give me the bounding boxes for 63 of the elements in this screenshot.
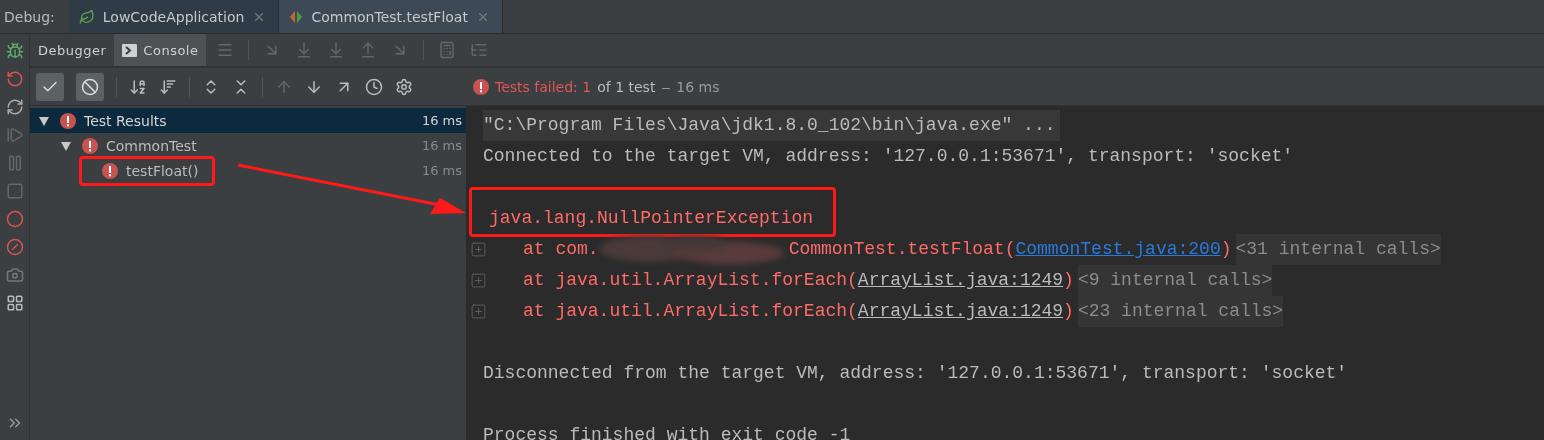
sort-duration-icon[interactable] bbox=[159, 77, 177, 96]
debug-tab[interactable]: CommonTest.testFloat bbox=[279, 0, 503, 33]
duration-text: 16 ms bbox=[421, 163, 462, 178]
sort-alpha-icon[interactable] bbox=[129, 77, 147, 96]
error-icon bbox=[473, 78, 489, 95]
tree-row[interactable]: CommonTest 16 ms bbox=[30, 133, 466, 158]
trace-icon[interactable] bbox=[470, 41, 489, 59]
paren-text: ) bbox=[1063, 300, 1074, 323]
mute-breakpoints-icon[interactable] bbox=[5, 238, 24, 256]
layout-icon[interactable] bbox=[5, 294, 24, 312]
separator-text: ‒ bbox=[661, 78, 671, 95]
duration-text: 16 ms bbox=[676, 78, 720, 95]
paren-text: ) bbox=[1220, 238, 1232, 261]
bug-icon[interactable] bbox=[5, 42, 24, 60]
history-icon[interactable] bbox=[365, 77, 383, 96]
debug-tab[interactable]: LowCodeApplication bbox=[68, 0, 280, 33]
rerun-icon[interactable] bbox=[5, 70, 24, 88]
duration-text: 16 ms bbox=[421, 138, 462, 153]
tree-row[interactable]: testFloat() 16 ms bbox=[30, 158, 466, 183]
expand-icon[interactable] bbox=[470, 241, 487, 258]
expand-icon[interactable] bbox=[470, 272, 487, 289]
expand-icon[interactable] bbox=[470, 303, 487, 320]
console-line: Disconnected from the target VM, address: '127.0.0.1:53671', transport: 'socket' bbox=[483, 362, 1348, 385]
settings-icon[interactable] bbox=[395, 77, 413, 96]
terminal-icon bbox=[122, 43, 138, 57]
sync-icon[interactable] bbox=[5, 98, 24, 116]
calculator-icon[interactable] bbox=[438, 41, 457, 59]
panel-tab[interactable]: Debugger bbox=[30, 34, 115, 66]
diamond-icon bbox=[289, 9, 304, 24]
stack-text: at java.util.ArrayList.forEach( bbox=[523, 300, 858, 323]
tree-item-label[interactable]: testFloat() bbox=[126, 162, 199, 179]
resume-icon[interactable] bbox=[5, 126, 24, 144]
test-count-text: of 1 test bbox=[597, 78, 656, 95]
menu-icon[interactable] bbox=[216, 41, 235, 59]
filter-toggle[interactable] bbox=[36, 72, 64, 101]
folded-calls[interactable]: <31 internal calls> bbox=[1235, 234, 1441, 265]
exception-text: java.lang.NullPointerException bbox=[489, 208, 814, 228]
panel-tab[interactable]: Console bbox=[114, 34, 207, 66]
console-line: Connected to the target VM, address: '127.0.0.1:53671', transport: 'socket' bbox=[483, 145, 1294, 168]
paren-text: ) bbox=[1063, 269, 1074, 292]
source-link[interactable]: ArrayList.java:1249 bbox=[857, 296, 1064, 327]
source-link[interactable]: CommonTest.java:200 bbox=[1015, 234, 1221, 265]
camera-icon[interactable] bbox=[5, 266, 24, 284]
expanded-arrow-icon[interactable] bbox=[60, 139, 72, 152]
filter-toggle[interactable] bbox=[76, 72, 104, 101]
expanded-arrow-icon[interactable] bbox=[38, 114, 50, 127]
breakpoints-icon[interactable] bbox=[5, 210, 24, 228]
folded-calls[interactable]: <9 internal calls> bbox=[1077, 265, 1273, 296]
stop-icon[interactable] bbox=[5, 182, 24, 200]
console-line: Process finished with exit code -1 bbox=[483, 424, 851, 440]
duration-text: 16 ms bbox=[421, 113, 462, 128]
leaf-icon bbox=[78, 8, 95, 25]
folded-calls[interactable]: <23 internal calls> bbox=[1077, 296, 1284, 327]
stack-text: at java.util.ArrayList.forEach( bbox=[523, 269, 858, 292]
tree-item-label[interactable]: Test Results bbox=[84, 112, 167, 129]
stack-text: CommonTest.testFloat( bbox=[788, 238, 1016, 261]
stack-text: at com. bbox=[523, 238, 599, 261]
tests-failed-text: Tests failed: 1 bbox=[495, 78, 592, 95]
tree-item-label[interactable]: CommonTest bbox=[106, 137, 197, 154]
debug-label: Debug: bbox=[3, 7, 56, 27]
tree-row[interactable]: Test Results 16 ms bbox=[30, 108, 466, 133]
source-link[interactable]: ArrayList.java:1249 bbox=[857, 265, 1064, 296]
ban-icon bbox=[81, 77, 99, 96]
